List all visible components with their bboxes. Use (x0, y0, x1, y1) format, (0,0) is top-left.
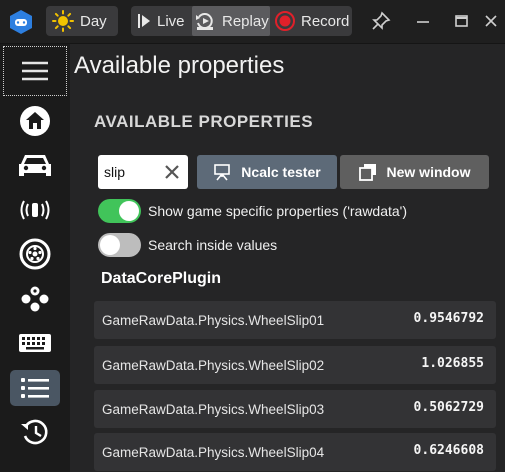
keyboard-icon (19, 334, 51, 352)
property-row[interactable]: GameRawData.Physics.WheelSlip04 0.624660… (94, 433, 496, 471)
property-value: 1.026855 (421, 356, 484, 371)
sidebar-item-home[interactable] (10, 103, 60, 139)
record-button[interactable]: Record (275, 6, 349, 36)
property-row[interactable]: GameRawData.Physics.WheelSlip02 1.026855 (94, 346, 496, 384)
sidebar-item-properties[interactable] (10, 370, 60, 406)
page-title: Available properties (74, 52, 285, 79)
sidebar-item-history[interactable] (10, 414, 60, 450)
search-values-toggle-label: Search inside values (148, 237, 278, 253)
wheel-icon (19, 238, 51, 270)
sidebar-item-keyboard[interactable] (10, 325, 60, 361)
pin-button[interactable] (370, 10, 392, 32)
playback-group: Live Replay Record (131, 6, 352, 36)
replay-button[interactable]: Replay (192, 6, 270, 36)
property-value: 0.9546792 (413, 311, 484, 326)
toggle-knob (100, 235, 120, 255)
day-mode-group: Day (46, 6, 118, 36)
play-icon (138, 14, 150, 28)
rawdata-toggle-row: Show game specific properties ('rawdata'… (98, 198, 407, 224)
close-window-button[interactable] (480, 10, 502, 32)
hamburger-icon (22, 61, 48, 81)
search-values-toggle[interactable] (98, 233, 141, 257)
record-icon (275, 11, 295, 31)
search-values-toggle-row: Search inside values (98, 232, 277, 258)
sidebar-item-gamepad[interactable] (10, 281, 60, 317)
easel-icon (214, 164, 231, 181)
maximize-icon (455, 15, 468, 27)
app-logo-icon (8, 9, 34, 35)
new-window-icon (358, 164, 376, 181)
section-title: AVAILABLE PROPERTIES (94, 112, 314, 131)
clear-icon (165, 165, 179, 179)
ncalc-tester-button[interactable]: Ncalc tester (197, 155, 337, 189)
property-row[interactable]: GameRawData.Physics.WheelSlip01 0.954679… (94, 301, 496, 339)
property-value: 0.6246608 (413, 443, 484, 458)
sun-icon (52, 10, 74, 32)
record-label: Record (301, 12, 350, 30)
title-bar: Day Live Replay Record (0, 0, 505, 44)
new-window-label: New window (386, 164, 471, 180)
toggle-knob (119, 201, 139, 221)
sidebar-item-car[interactable] (10, 147, 60, 183)
search-input[interactable] (98, 155, 160, 189)
day-mode-button[interactable]: Day (52, 6, 107, 36)
property-name: GameRawData.Physics.WheelSlip03 (102, 402, 325, 417)
list-icon (21, 378, 49, 398)
hamburger-menu-button[interactable] (3, 46, 67, 96)
property-name: GameRawData.Physics.WheelSlip02 (102, 358, 325, 373)
live-button[interactable]: Live (137, 6, 185, 36)
live-label: Live (157, 12, 185, 30)
plugin-title: DataCorePlugin (101, 270, 222, 287)
minimize-icon (417, 21, 429, 23)
rawdata-toggle-label: Show game specific properties ('rawdata'… (148, 203, 408, 219)
ncalc-tester-label: Ncalc tester (241, 164, 321, 180)
rawdata-toggle[interactable] (98, 199, 141, 223)
minimize-button[interactable] (412, 10, 434, 32)
car-icon (19, 155, 51, 176)
new-window-button[interactable]: New window (340, 155, 489, 189)
replay-label: Replay (222, 12, 269, 30)
vibration-icon (20, 200, 50, 220)
search-box (98, 155, 188, 189)
property-value: 0.5062729 (413, 400, 484, 415)
day-mode-label: Day (80, 12, 107, 30)
close-icon (485, 15, 497, 27)
history-icon (21, 419, 48, 445)
pin-icon (372, 11, 391, 30)
sidebar-item-wheel[interactable] (10, 236, 60, 272)
property-name: GameRawData.Physics.WheelSlip04 (102, 445, 325, 460)
maximize-button[interactable] (450, 10, 472, 32)
replay-icon (196, 13, 213, 30)
sidebar-item-vibration[interactable] (10, 192, 60, 228)
sidebar (0, 44, 70, 472)
home-icon (20, 106, 50, 136)
property-name: GameRawData.Physics.WheelSlip01 (102, 313, 325, 328)
property-row[interactable]: GameRawData.Physics.WheelSlip03 0.506272… (94, 390, 496, 428)
gamepad-icon (21, 286, 49, 312)
clear-search-button[interactable] (164, 164, 180, 180)
